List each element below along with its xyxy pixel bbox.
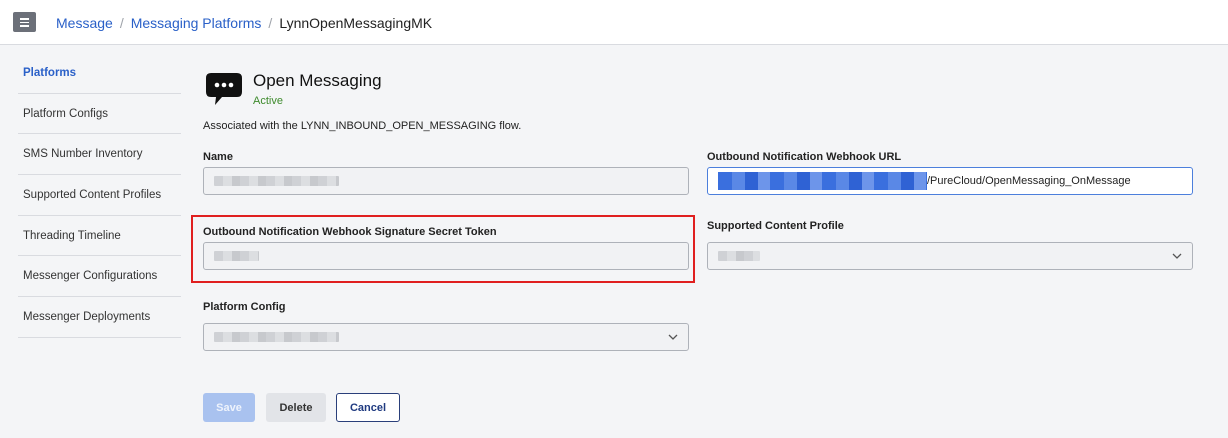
breadcrumb-current: LynnOpenMessagingMK [279, 15, 433, 31]
hamburger-menu-button[interactable] [13, 12, 36, 32]
secret-token-masked-value [214, 251, 259, 261]
platform-config-masked-value [214, 332, 339, 342]
sidebar-item-supported-content-profiles[interactable]: Supported Content Profiles [18, 175, 181, 216]
breadcrumb-message-link[interactable]: Message [56, 15, 113, 31]
cancel-button[interactable]: Cancel [336, 393, 400, 422]
content-profile-select[interactable] [707, 242, 1193, 270]
webhook-url-selected-masked-text [718, 172, 927, 190]
webhook-url-visible-suffix: /PureCloud/OpenMessaging_OnMessage [927, 175, 1131, 187]
platform-config-select[interactable] [203, 323, 689, 351]
platform-status-badge: Active [253, 95, 283, 107]
webhook-url-label: Outbound Notification Webhook URL [707, 151, 902, 163]
menu-icon [20, 18, 29, 20]
chevron-down-icon [1172, 253, 1182, 259]
chevron-down-icon [668, 334, 678, 340]
sidebar-item-messenger-configurations[interactable]: Messenger Configurations [18, 256, 181, 298]
sidebar-item-messenger-deployments[interactable]: Messenger Deployments [18, 297, 181, 338]
platform-title: Open Messaging [253, 71, 382, 90]
sidebar-item-threading-timeline[interactable]: Threading Timeline [18, 216, 181, 257]
platform-config-label: Platform Config [203, 301, 286, 313]
sidebar: Platforms Platform Configs SMS Number In… [18, 53, 181, 338]
save-button[interactable]: Save [203, 393, 255, 422]
breadcrumb-separator: / [119, 15, 124, 31]
name-label: Name [203, 151, 233, 163]
sidebar-item-sms-number-inventory[interactable]: SMS Number Inventory [18, 134, 181, 176]
webhook-url-input[interactable]: /PureCloud/OpenMessaging_OnMessage [707, 167, 1193, 195]
secret-token-input[interactable] [203, 242, 689, 270]
breadcrumb-messaging-platforms-link[interactable]: Messaging Platforms [131, 15, 262, 31]
menu-icon-line [20, 21, 29, 23]
sidebar-item-platforms[interactable]: Platforms [18, 53, 181, 94]
chat-bubble-icon [206, 73, 242, 105]
top-bar: Message / Messaging Platforms / LynnOpen… [0, 0, 1228, 45]
content-profile-label: Supported Content Profile [707, 220, 844, 232]
content-profile-masked-value [718, 251, 760, 261]
name-input-masked-value [214, 176, 339, 186]
name-input[interactable] [203, 167, 689, 195]
secret-token-label: Outbound Notification Webhook Signature … [203, 226, 497, 238]
delete-button[interactable]: Delete [266, 393, 326, 422]
sidebar-item-platform-configs[interactable]: Platform Configs [18, 94, 181, 135]
menu-icon-line [20, 25, 29, 27]
breadcrumb-separator: / [268, 15, 273, 31]
breadcrumb: Message / Messaging Platforms / LynnOpen… [56, 15, 432, 31]
flow-association-text: Associated with the LYNN_INBOUND_OPEN_ME… [203, 120, 522, 132]
